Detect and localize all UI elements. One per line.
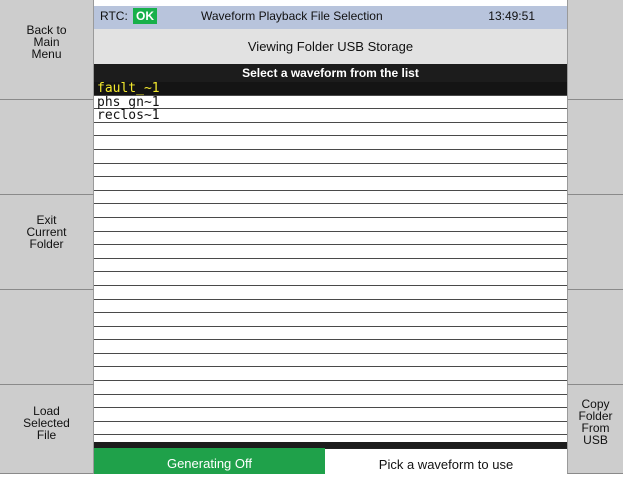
file-list-item-empty[interactable] xyxy=(94,136,567,150)
file-list-item-empty[interactable] xyxy=(94,300,567,314)
load-selected-file-button[interactable]: Load Selected File xyxy=(0,385,94,474)
left-softkey-4[interactable] xyxy=(0,290,94,385)
file-list-item-empty[interactable] xyxy=(94,327,567,341)
file-list-item-empty[interactable] xyxy=(94,259,567,273)
file-list-item-empty[interactable] xyxy=(94,245,567,259)
file-list-item-empty[interactable] xyxy=(94,177,567,191)
hint-text: Pick a waveform to use xyxy=(325,448,567,474)
file-list-item-empty[interactable] xyxy=(94,395,567,409)
file-list-item-empty[interactable] xyxy=(94,204,567,218)
file-list-item-empty[interactable] xyxy=(94,123,567,137)
rtc-status-badge: OK xyxy=(133,8,157,24)
back-to-main-menu-button[interactable]: Back to Main Menu xyxy=(0,0,94,100)
file-list-item-empty[interactable] xyxy=(94,286,567,300)
file-list-item-empty[interactable] xyxy=(94,367,567,382)
copy-folder-from-usb-label: Copy Folder From USB xyxy=(578,397,613,447)
current-folder-label: Viewing Folder USB Storage xyxy=(94,29,567,64)
left-softkey-2[interactable] xyxy=(0,100,94,195)
file-list-item-empty[interactable] xyxy=(94,354,567,368)
file-list-item[interactable]: reclos~1 xyxy=(94,109,567,123)
file-list-item-empty[interactable] xyxy=(94,408,567,422)
copy-folder-from-usb-button[interactable]: Copy Folder From USB xyxy=(567,385,623,474)
file-list-item-selected[interactable]: fault_~1 xyxy=(94,82,567,96)
file-list-item-empty[interactable] xyxy=(94,218,567,232)
right-softkey-2[interactable] xyxy=(567,100,623,195)
file-list-item-empty[interactable] xyxy=(94,313,567,327)
clock: 13:49:51 xyxy=(488,9,535,23)
right-softkey-4[interactable] xyxy=(567,290,623,385)
exit-current-folder-label: Exit Current Folder xyxy=(26,213,67,251)
right-softkey-1[interactable] xyxy=(567,0,623,100)
file-list-item-empty[interactable] xyxy=(94,150,567,164)
right-softkey-3[interactable] xyxy=(567,195,623,290)
list-prompt: Select a waveform from the list xyxy=(94,64,567,82)
back-to-main-menu-label: Back to Main Menu xyxy=(26,23,67,61)
generation-status: Generating Off xyxy=(94,448,325,474)
file-list-item-empty[interactable] xyxy=(94,340,567,354)
load-selected-file-label: Load Selected File xyxy=(23,404,70,442)
file-list-item-empty[interactable] xyxy=(94,232,567,246)
file-list-item-empty[interactable] xyxy=(94,164,567,178)
page-title: Waveform Playback File Selection xyxy=(201,9,383,23)
waveform-file-list[interactable]: fault_~1 phs_gn~1 reclos~1 xyxy=(94,82,567,444)
file-list-item-empty[interactable] xyxy=(94,272,567,286)
rtc-label: RTC: xyxy=(100,9,128,23)
status-bar: RTC: OK Waveform Playback File Selection… xyxy=(94,6,567,29)
file-list-item-empty[interactable] xyxy=(94,381,567,395)
exit-current-folder-button[interactable]: Exit Current Folder xyxy=(0,195,94,290)
file-list-item-empty[interactable] xyxy=(94,191,567,205)
file-list-item-empty[interactable] xyxy=(94,422,567,436)
file-list-item[interactable]: phs_gn~1 xyxy=(94,96,567,110)
